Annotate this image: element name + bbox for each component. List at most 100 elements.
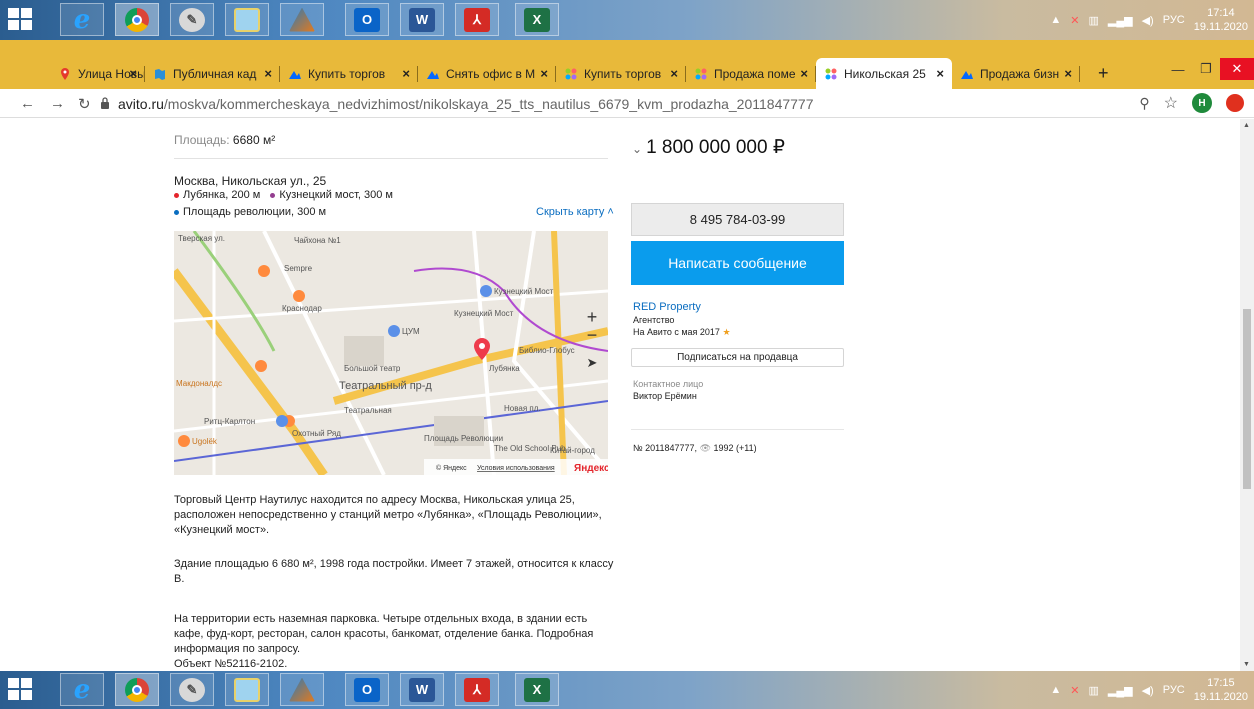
close-icon[interactable]: ×	[264, 66, 272, 81]
excel-icon[interactable]: X	[515, 673, 559, 706]
internet-explorer-icon[interactable]: e	[60, 673, 104, 706]
description-paragraph: На территории есть наземная парковка. Че…	[174, 613, 594, 655]
chevron-up-icon[interactable]: ▲	[1050, 684, 1061, 696]
close-icon[interactable]: ×	[540, 66, 548, 81]
close-icon[interactable]: ×	[1064, 66, 1072, 81]
seller-type: Агентство	[633, 315, 675, 325]
write-message-button[interactable]: Написать сообщение	[631, 241, 844, 285]
map-canvas: Тверская ул. Чайхона №1 Sempre Краснодар…	[174, 231, 608, 475]
notepad-icon[interactable]	[225, 673, 269, 706]
bookmark-star-icon[interactable]: ☆	[1164, 93, 1178, 113]
language-indicator[interactable]: РУС	[1163, 14, 1185, 26]
tab-item[interactable]: Продажа поме ×	[686, 58, 816, 89]
close-icon[interactable]: ×	[936, 66, 944, 81]
minimize-icon[interactable]: —	[1164, 58, 1192, 80]
taskbar-top: e ✎ O W ⅄ X ▲ ✕ ▥ ▂▄▆ ◀) РУС 17:14 19.11…	[0, 0, 1254, 40]
acrobat-icon[interactable]: ⅄	[455, 673, 499, 706]
clock-date: 19.11.2020	[1193, 691, 1248, 703]
paint-icon[interactable]: ✎	[170, 673, 214, 706]
clock-time: 17:14	[1207, 7, 1235, 19]
matlab-icon[interactable]	[280, 3, 324, 36]
seller-since-text: На Авито с мая 2017	[633, 327, 720, 337]
notepad-icon[interactable]	[225, 3, 269, 36]
chrome-icon[interactable]	[115, 3, 159, 36]
maximize-icon[interactable]: ❐	[1192, 58, 1220, 80]
clock[interactable]: 17:15 19.11.2020	[1194, 676, 1248, 704]
network-alert-icon[interactable]: ✕	[1070, 14, 1079, 27]
scroll-thumb[interactable]	[1243, 309, 1251, 489]
close-window-icon[interactable]: ✕	[1220, 58, 1254, 80]
hide-map-link[interactable]: Скрыть карту ˄	[536, 206, 614, 218]
close-icon[interactable]: ×	[670, 66, 678, 81]
window-controls: — ❐ ✕	[1164, 58, 1254, 80]
acrobat-icon[interactable]: ⅄	[455, 3, 499, 36]
zoom-out-icon[interactable]: −	[582, 325, 602, 346]
seller-name-link[interactable]: RED Property	[633, 301, 701, 313]
map-label: Театральный пр-д	[339, 380, 432, 392]
geolocation-icon[interactable]: ➤	[582, 355, 602, 371]
lock-icon[interactable]	[100, 97, 110, 109]
chevron-up-icon[interactable]: ▲	[1050, 14, 1061, 26]
word-icon[interactable]: W	[400, 673, 444, 706]
tab-item[interactable]: Улица Новый А×	[50, 58, 145, 89]
tab-item[interactable]: Купить торгов ×	[556, 58, 686, 89]
zoom-icon[interactable]: ⚲	[1139, 95, 1149, 112]
clock[interactable]: 17:14 19.11.2020	[1194, 6, 1248, 34]
network-alert-icon[interactable]: ✕	[1070, 684, 1079, 697]
forward-icon[interactable]: →	[50, 95, 65, 112]
metro-row: Лубянка, 200 м Кузнецкий мост, 300 м	[174, 189, 393, 201]
devices-icon[interactable]: ▥	[1088, 684, 1098, 697]
profile-avatar[interactable]: Н	[1192, 93, 1212, 113]
outlook-icon[interactable]: O	[345, 673, 389, 706]
map-label: Кузнецкий Мост	[494, 287, 554, 296]
chevron-down-icon[interactable]: ⌄	[632, 142, 642, 156]
close-icon[interactable]: ×	[800, 66, 808, 81]
map-icon	[155, 68, 165, 80]
tab-item[interactable]: Продажа бизн ×	[952, 58, 1080, 89]
extension-icon[interactable]	[1226, 94, 1244, 112]
signal-icon[interactable]: ▂▄▆	[1108, 14, 1133, 27]
subscribe-button[interactable]: Подписаться на продавца	[631, 348, 844, 367]
language-indicator[interactable]: РУС	[1163, 684, 1185, 696]
metro-station: Кузнецкий мост, 300 м	[279, 189, 393, 201]
paint-icon[interactable]: ✎	[170, 3, 214, 36]
windows-start-icon[interactable]	[8, 678, 34, 702]
close-icon[interactable]: ×	[129, 66, 137, 81]
back-icon[interactable]: ←	[20, 95, 35, 112]
map-label: Ugolёk	[192, 437, 218, 446]
cian-icon	[289, 70, 301, 79]
location-pin-icon	[61, 67, 69, 80]
signal-icon[interactable]: ▂▄▆	[1108, 684, 1133, 697]
phone-button[interactable]: 8 495 784-03-99	[631, 203, 844, 236]
tab-item[interactable]: Снять офис в М ×	[418, 58, 556, 89]
volume-icon[interactable]: ◀)	[1142, 684, 1154, 697]
excel-icon[interactable]: X	[515, 3, 559, 36]
metro-station: Площадь революции, 300 м	[183, 206, 327, 218]
tab-strip: Улица Новый А× Публичная кад × Купить тор…	[0, 58, 1254, 89]
windows-start-icon[interactable]	[8, 8, 34, 32]
map-label: Лубянка	[489, 364, 520, 373]
url-input[interactable]: avito.ru/moskva/kommercheskaya_nedvizhim…	[118, 96, 814, 112]
new-tab-button[interactable]: +	[1090, 58, 1120, 89]
description-paragraph: Объект №52116-2102.	[174, 658, 288, 670]
map[interactable]: Тверская ул. Чайхона №1 Sempre Краснодар…	[174, 231, 608, 475]
hide-map-label: Скрыть карту	[536, 206, 605, 218]
scroll-down-icon[interactable]: ▼	[1243, 661, 1250, 668]
reload-icon[interactable]: ↻	[78, 95, 91, 113]
volume-icon[interactable]: ◀)	[1142, 14, 1154, 27]
tab-item[interactable]: Публичная кад ×	[145, 58, 280, 89]
devices-icon[interactable]: ▥	[1088, 14, 1098, 27]
tab-label: Купить торгов	[584, 66, 662, 81]
tab-item[interactable]: Купить торгов ×	[280, 58, 418, 89]
tab-label: Снять офис в М	[446, 66, 536, 81]
word-icon[interactable]: W	[400, 3, 444, 36]
outlook-icon[interactable]: O	[345, 3, 389, 36]
matlab-icon[interactable]	[280, 673, 324, 706]
close-icon[interactable]: ×	[402, 66, 410, 81]
scroll-up-icon[interactable]: ▲	[1243, 122, 1250, 129]
metro-row: Площадь революции, 300 м	[174, 206, 326, 218]
internet-explorer-icon[interactable]: e	[60, 3, 104, 36]
chrome-icon[interactable]	[115, 673, 159, 706]
tab-item-active[interactable]: Никольская 25 ×	[816, 58, 952, 89]
scrollbar[interactable]: ▲ ▼	[1240, 119, 1254, 671]
